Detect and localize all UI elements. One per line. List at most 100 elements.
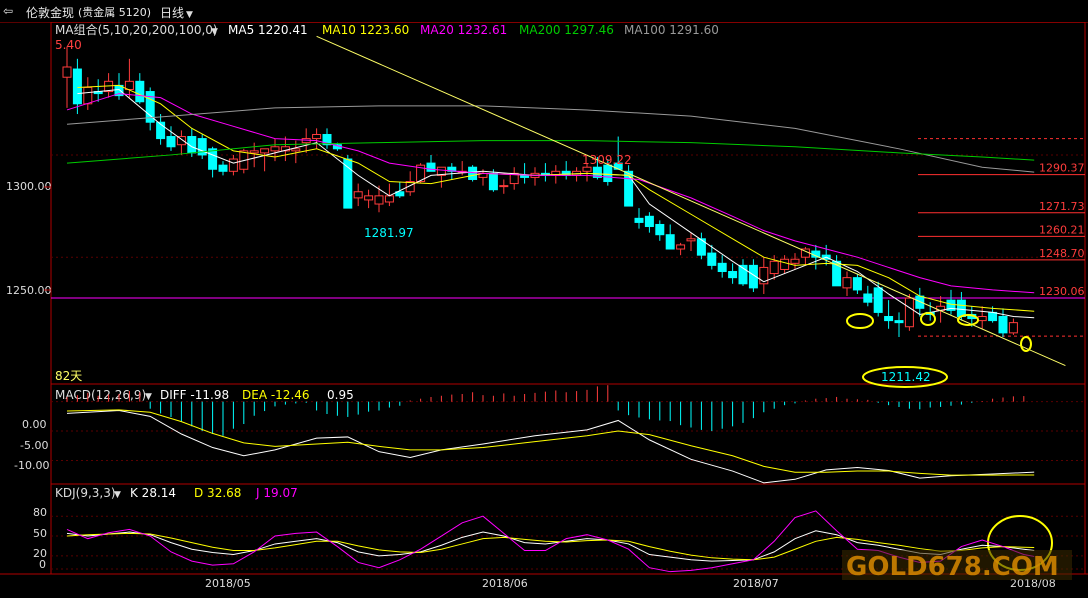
- macd-diff-value: DIFF -11.98: [160, 388, 229, 402]
- candle-up: [499, 185, 509, 188]
- ma-value-label: MA200 1297.46: [519, 23, 614, 37]
- candle-down: [426, 162, 436, 172]
- candle-up: [364, 195, 374, 201]
- instrument-name: 伦敦金现: [26, 6, 75, 20]
- candlesticks: [62, 46, 1018, 337]
- kdj-header: KDJ(9,3,3): [55, 486, 116, 500]
- candle-down: [488, 172, 498, 191]
- days-label: 82天: [55, 369, 82, 383]
- kdj-d-value: D 32.68: [194, 486, 241, 500]
- candle-up: [249, 150, 259, 154]
- candle-down: [665, 234, 675, 250]
- macd-dea-line: [66, 409, 1035, 476]
- ma-line-ma5: [77, 88, 1035, 319]
- candle-up: [260, 148, 270, 154]
- top-partial-label: 5.40: [55, 38, 82, 52]
- grid-lines: [51, 154, 1085, 570]
- candle-down: [998, 316, 1008, 334]
- kdj-k-value: K 28.14: [130, 486, 176, 500]
- candle-down: [343, 158, 353, 209]
- fib-level-label: 1230.06: [1039, 285, 1085, 298]
- candle-up: [790, 258, 800, 264]
- candle-down: [728, 271, 738, 279]
- candle-up: [780, 258, 790, 270]
- candle-up: [228, 158, 238, 172]
- fib-level-label: 1260.21: [1039, 223, 1085, 236]
- ma-line-ma20: [66, 93, 1035, 294]
- candle-up: [312, 133, 322, 140]
- candle-up: [291, 148, 301, 152]
- price-panel-frame: [50, 22, 1086, 385]
- macd-diff-line: [66, 409, 1035, 484]
- candle-up: [353, 191, 363, 199]
- candle-down: [884, 316, 894, 322]
- candle-down: [208, 148, 218, 170]
- candle-up: [769, 260, 779, 275]
- candle-up: [83, 86, 93, 105]
- moving-average-lines: [66, 84, 1035, 319]
- kdj-tick-50: 50: [33, 527, 47, 540]
- candle-up: [1008, 322, 1018, 334]
- candle-up: [270, 146, 280, 152]
- macd-header: MACD(12,26,9): [55, 388, 146, 402]
- fib-level-label: 1248.70: [1039, 247, 1085, 260]
- ma-value-label: MA5 1220.41: [228, 23, 308, 37]
- candle-up: [904, 297, 914, 328]
- x-tick-jun: 2018/06: [482, 577, 528, 590]
- ma-value-label: MA10 1223.60: [322, 23, 409, 37]
- ma-line-ma10: [77, 84, 1035, 312]
- period-label: 日线: [160, 6, 185, 20]
- candle-up: [676, 244, 686, 250]
- macd-tick-0: 0.00: [22, 418, 47, 431]
- high-price-label: 1309.22: [582, 153, 632, 167]
- low-price-label-2: 1211.42: [881, 370, 931, 384]
- candle-down: [218, 164, 228, 172]
- kdj-j-value: J 19.07: [255, 486, 298, 500]
- kdj-tick-80: 80: [33, 506, 47, 519]
- candle-down: [644, 215, 654, 228]
- macd-dea-value: DEA -12.46: [242, 388, 310, 402]
- macd-value: 0.95: [327, 388, 354, 402]
- candle-down: [956, 299, 966, 318]
- fib-level-label: 1271.73: [1039, 200, 1085, 213]
- instrument-market: (贵金属 5120): [78, 6, 152, 19]
- back-arrow-icon[interactable]: ⇦: [3, 4, 13, 18]
- candle-up: [686, 238, 696, 242]
- highlight-ellipse: [1020, 336, 1032, 352]
- ma-value-label: MA100 1291.60: [624, 23, 719, 37]
- x-tick-may: 2018/05: [205, 577, 251, 590]
- kdj-tick-0: 0: [39, 558, 46, 571]
- chart-area[interactable]: MA组合(5,10,20,200,100,0) ▼ MA5 1220.41 MA1…: [0, 22, 1088, 598]
- candle-down: [655, 223, 665, 236]
- watermark-logo: GOLD678.COM: [846, 552, 1059, 582]
- chevron-down-icon[interactable]: ▼: [211, 27, 218, 37]
- candle-down: [634, 217, 644, 223]
- macd-tick-5: -5.00: [20, 439, 48, 452]
- candle-down: [166, 136, 176, 148]
- chevron-down-icon: ▼: [186, 10, 193, 20]
- candle-down: [717, 262, 727, 273]
- candle-up: [842, 277, 852, 289]
- period-selector[interactable]: 日线 ▼: [160, 4, 193, 21]
- down-trendline: [316, 35, 1066, 367]
- candle-down: [852, 277, 862, 291]
- candle-down: [603, 164, 613, 183]
- instrument-toolbar: ⇦ 伦敦金现 (贵金属 5120) 日线 ▼: [0, 0, 1088, 23]
- candle-up: [582, 166, 592, 172]
- candle-down: [873, 287, 883, 313]
- ma-values: MA5 1220.41 MA10 1223.60 MA20 1232.61 MA200…: [228, 23, 719, 37]
- candle-down: [135, 80, 145, 103]
- candle-down: [988, 311, 998, 322]
- chevron-down-icon[interactable]: ▼: [145, 392, 152, 402]
- candle-down: [894, 320, 904, 324]
- candle-down: [707, 252, 717, 266]
- chevron-down-icon[interactable]: ▼: [114, 490, 121, 500]
- candle-down: [624, 170, 634, 207]
- candle-down: [561, 170, 571, 176]
- ma-value-label: MA20 1232.61: [420, 23, 507, 37]
- ma-header: MA组合(5,10,20,200,100,0): [55, 22, 218, 37]
- fib-level-label: 1290.37: [1039, 162, 1085, 175]
- low-price-label: 1281.97: [364, 226, 414, 240]
- candle-up: [62, 66, 72, 78]
- candle-down: [520, 174, 530, 178]
